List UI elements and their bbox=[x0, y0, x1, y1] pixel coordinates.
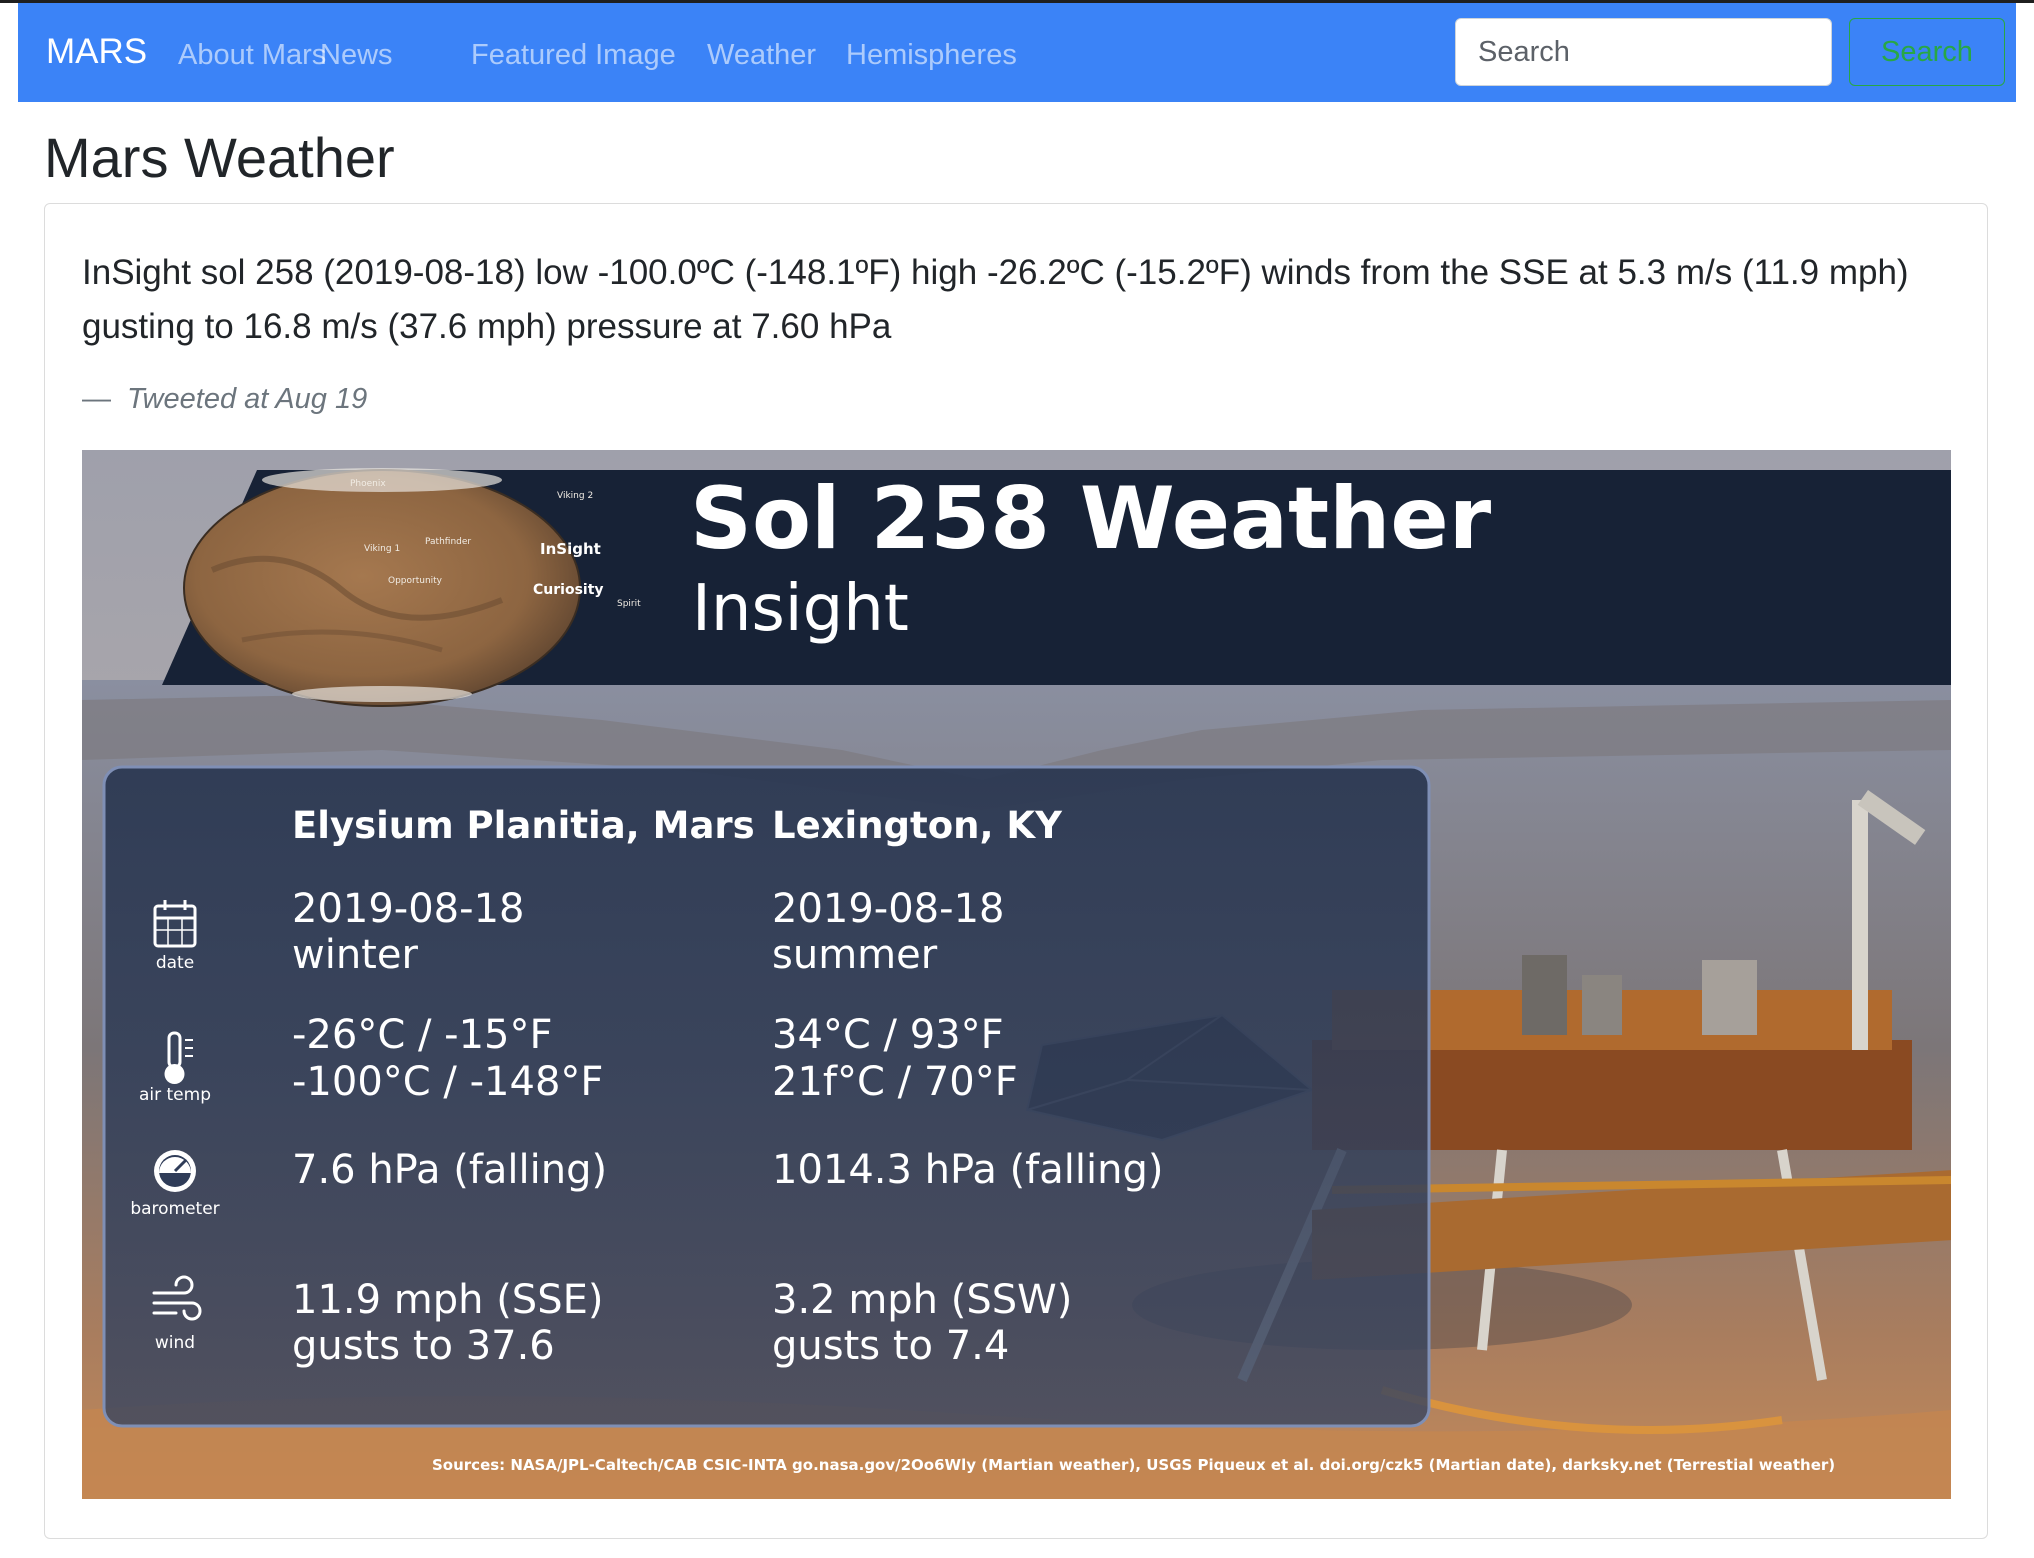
mars-pressure: 7.6 hPa (falling) bbox=[292, 1147, 607, 1193]
lex-pressure: 1014.3 hPa (falling) bbox=[772, 1147, 1163, 1193]
barometer-icon bbox=[154, 1150, 196, 1192]
map-label-spirit: Spirit bbox=[617, 599, 641, 609]
search-button[interactable]: Search bbox=[1849, 18, 2005, 86]
map-label-opportunity: Opportunity bbox=[388, 576, 443, 586]
tweet-card: InSight sol 258 (2019-08-18) low -100.0º… bbox=[44, 203, 1988, 1539]
search-input[interactable] bbox=[1455, 18, 1832, 86]
mars-gusts: gusts to 37.6 bbox=[292, 1323, 555, 1369]
page-title: Mars Weather bbox=[44, 126, 395, 189]
navbar: MARS About Mars News Featured Image Weat… bbox=[18, 3, 2016, 102]
mars-date: 2019-08-18 bbox=[292, 886, 524, 932]
map-label-curiosity: Curiosity bbox=[533, 582, 604, 598]
lex-temp-low: 21f°C / 70°F bbox=[772, 1059, 1018, 1105]
brand-link[interactable]: MARS bbox=[46, 31, 147, 73]
weather-infographic[interactable]: Phoenix Viking 2 Viking 1 Pathfinder InS… bbox=[82, 450, 1951, 1499]
column-header-mars: Elysium Planitia, Mars bbox=[292, 804, 755, 847]
tweet-text: InSight sol 258 (2019-08-18) low -100.0º… bbox=[82, 253, 1909, 346]
mars-temp-high: -26°C / -15°F bbox=[292, 1012, 553, 1058]
row-label-wind: wind bbox=[155, 1333, 195, 1353]
map-label-pathfinder: Pathfinder bbox=[425, 537, 471, 547]
map-label-insight: InSight bbox=[540, 540, 601, 558]
mars-wind: 11.9 mph (SSE) bbox=[292, 1277, 603, 1323]
lex-wind: 3.2 mph (SSW) bbox=[772, 1277, 1072, 1323]
map-label-viking2: Viking 2 bbox=[557, 491, 593, 501]
nav-link-weather[interactable]: Weather bbox=[707, 35, 816, 75]
mars-season: winter bbox=[292, 932, 418, 978]
nav-link-featured-image[interactable]: Featured Image bbox=[471, 35, 676, 75]
infographic-sources: Sources: NASA/JPL-Caltech/CAB CSIC-INTA … bbox=[432, 1456, 1835, 1474]
nav-link-hemispheres[interactable]: Hemispheres bbox=[846, 35, 1017, 75]
map-label-phoenix: Phoenix bbox=[350, 479, 386, 489]
lex-temp-high: 34°C / 93°F bbox=[772, 1012, 1004, 1058]
row-label-barometer: barometer bbox=[130, 1199, 219, 1219]
tweet-footer: — Tweeted at Aug 19 bbox=[82, 379, 367, 419]
nav-link-news[interactable]: News bbox=[320, 35, 393, 75]
infographic-title: Sol 258 Weather bbox=[690, 469, 1492, 569]
tweet-timestamp: Tweeted at Aug 19 bbox=[127, 383, 368, 415]
nav-link-about-mars[interactable]: About Mars bbox=[178, 35, 326, 75]
lex-date: 2019-08-18 bbox=[772, 886, 1004, 932]
row-label-date: date bbox=[156, 953, 194, 973]
mars-temp-low: -100°C / -148°F bbox=[292, 1059, 603, 1105]
lex-season: summer bbox=[772, 932, 938, 978]
lex-gusts: gusts to 7.4 bbox=[772, 1323, 1009, 1369]
column-header-lexington: Lexington, KY bbox=[772, 804, 1063, 847]
row-label-air-temp: air temp bbox=[139, 1085, 211, 1105]
tweet-footer-dash: — bbox=[82, 383, 111, 415]
infographic-subtitle: Insight bbox=[692, 572, 909, 646]
map-label-viking1: Viking 1 bbox=[364, 544, 400, 554]
